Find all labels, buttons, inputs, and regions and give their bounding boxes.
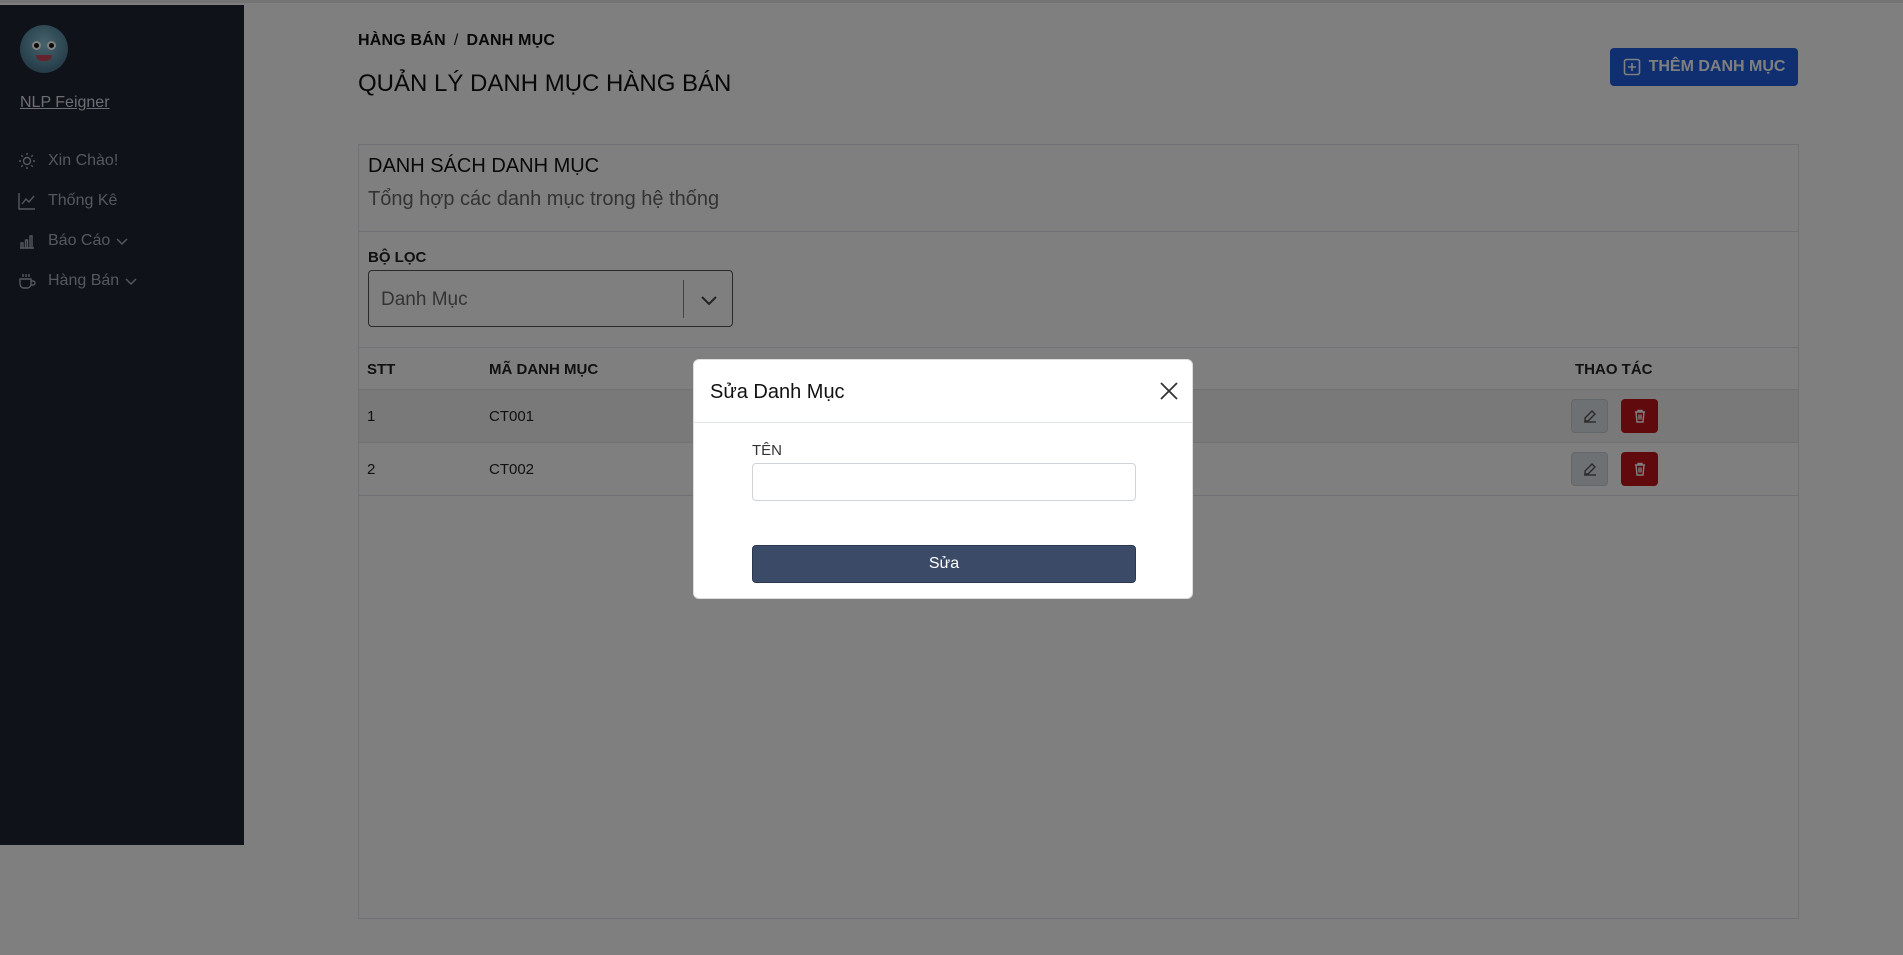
name-field-label: TÊN (752, 442, 782, 459)
modal-title: Sửa Danh Mục (710, 381, 845, 403)
modal-header: Sửa Danh Mục (694, 360, 1192, 423)
submit-edit-button[interactable]: Sửa (752, 545, 1136, 583)
edit-category-modal: Sửa Danh Mục TÊN Sửa (693, 359, 1193, 599)
name-field[interactable] (752, 463, 1136, 501)
close-icon[interactable] (1158, 380, 1180, 402)
